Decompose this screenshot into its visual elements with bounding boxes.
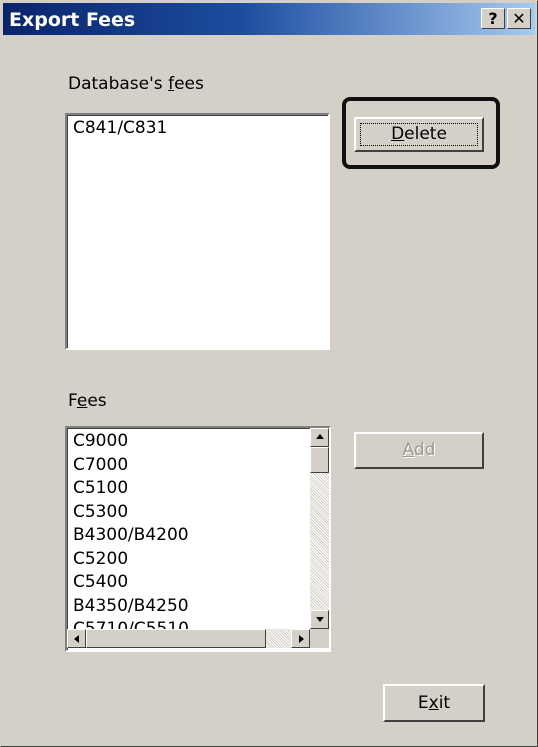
- fees-label: Fees: [68, 391, 107, 411]
- list-item[interactable]: C5300: [67, 501, 307, 525]
- scroll-right-button[interactable]: [291, 629, 310, 648]
- list-item[interactable]: C7000: [67, 454, 307, 478]
- arrow-down-icon: [316, 617, 324, 622]
- database-fees-list[interactable]: C841/C831: [65, 113, 330, 350]
- list-item[interactable]: C9000: [67, 430, 307, 454]
- help-button[interactable]: ?: [481, 8, 505, 29]
- horizontal-scroll-thumb[interactable]: [86, 629, 266, 648]
- fees-horizontal-scrollbar[interactable]: [67, 629, 310, 648]
- list-item[interactable]: C841/C831: [67, 117, 328, 141]
- close-button[interactable]: ✕: [507, 8, 531, 29]
- list-item[interactable]: C5200: [67, 548, 307, 572]
- arrow-right-icon: [299, 635, 304, 643]
- focus-ring: [360, 123, 478, 146]
- scroll-down-button[interactable]: [310, 610, 329, 629]
- list-item[interactable]: C5710/C5510: [67, 618, 307, 629]
- database-fees-label: Database's fees: [68, 74, 204, 94]
- list-item[interactable]: C5100: [67, 477, 307, 501]
- arrow-left-icon: [74, 635, 79, 643]
- scroll-up-button[interactable]: [310, 428, 329, 447]
- scroll-corner: [310, 629, 329, 648]
- delete-button[interactable]: Delete: [354, 117, 484, 152]
- add-button[interactable]: Add: [354, 432, 484, 469]
- arrow-up-icon: [316, 434, 324, 439]
- list-item[interactable]: C5400: [67, 571, 307, 595]
- fees-list[interactable]: C9000 C7000 C5100 C5300 B4300/B4200 C5200 C540…: [65, 426, 331, 652]
- list-item[interactable]: B4350/B4250: [67, 595, 307, 619]
- scroll-left-button[interactable]: [67, 629, 86, 648]
- exit-button[interactable]: Exit: [383, 684, 485, 722]
- vertical-scroll-thumb[interactable]: [310, 447, 329, 473]
- fees-vertical-scrollbar[interactable]: [310, 428, 329, 629]
- list-item[interactable]: B4300/B4200: [67, 524, 307, 548]
- window-title: Export Fees: [9, 9, 136, 31]
- title-bar[interactable]: Export Fees ? ✕: [3, 3, 535, 35]
- export-fees-dialog: Export Fees ? ✕ Database's fees C841/C83…: [0, 0, 538, 747]
- help-icon: ?: [488, 9, 498, 28]
- close-icon: ✕: [512, 9, 526, 28]
